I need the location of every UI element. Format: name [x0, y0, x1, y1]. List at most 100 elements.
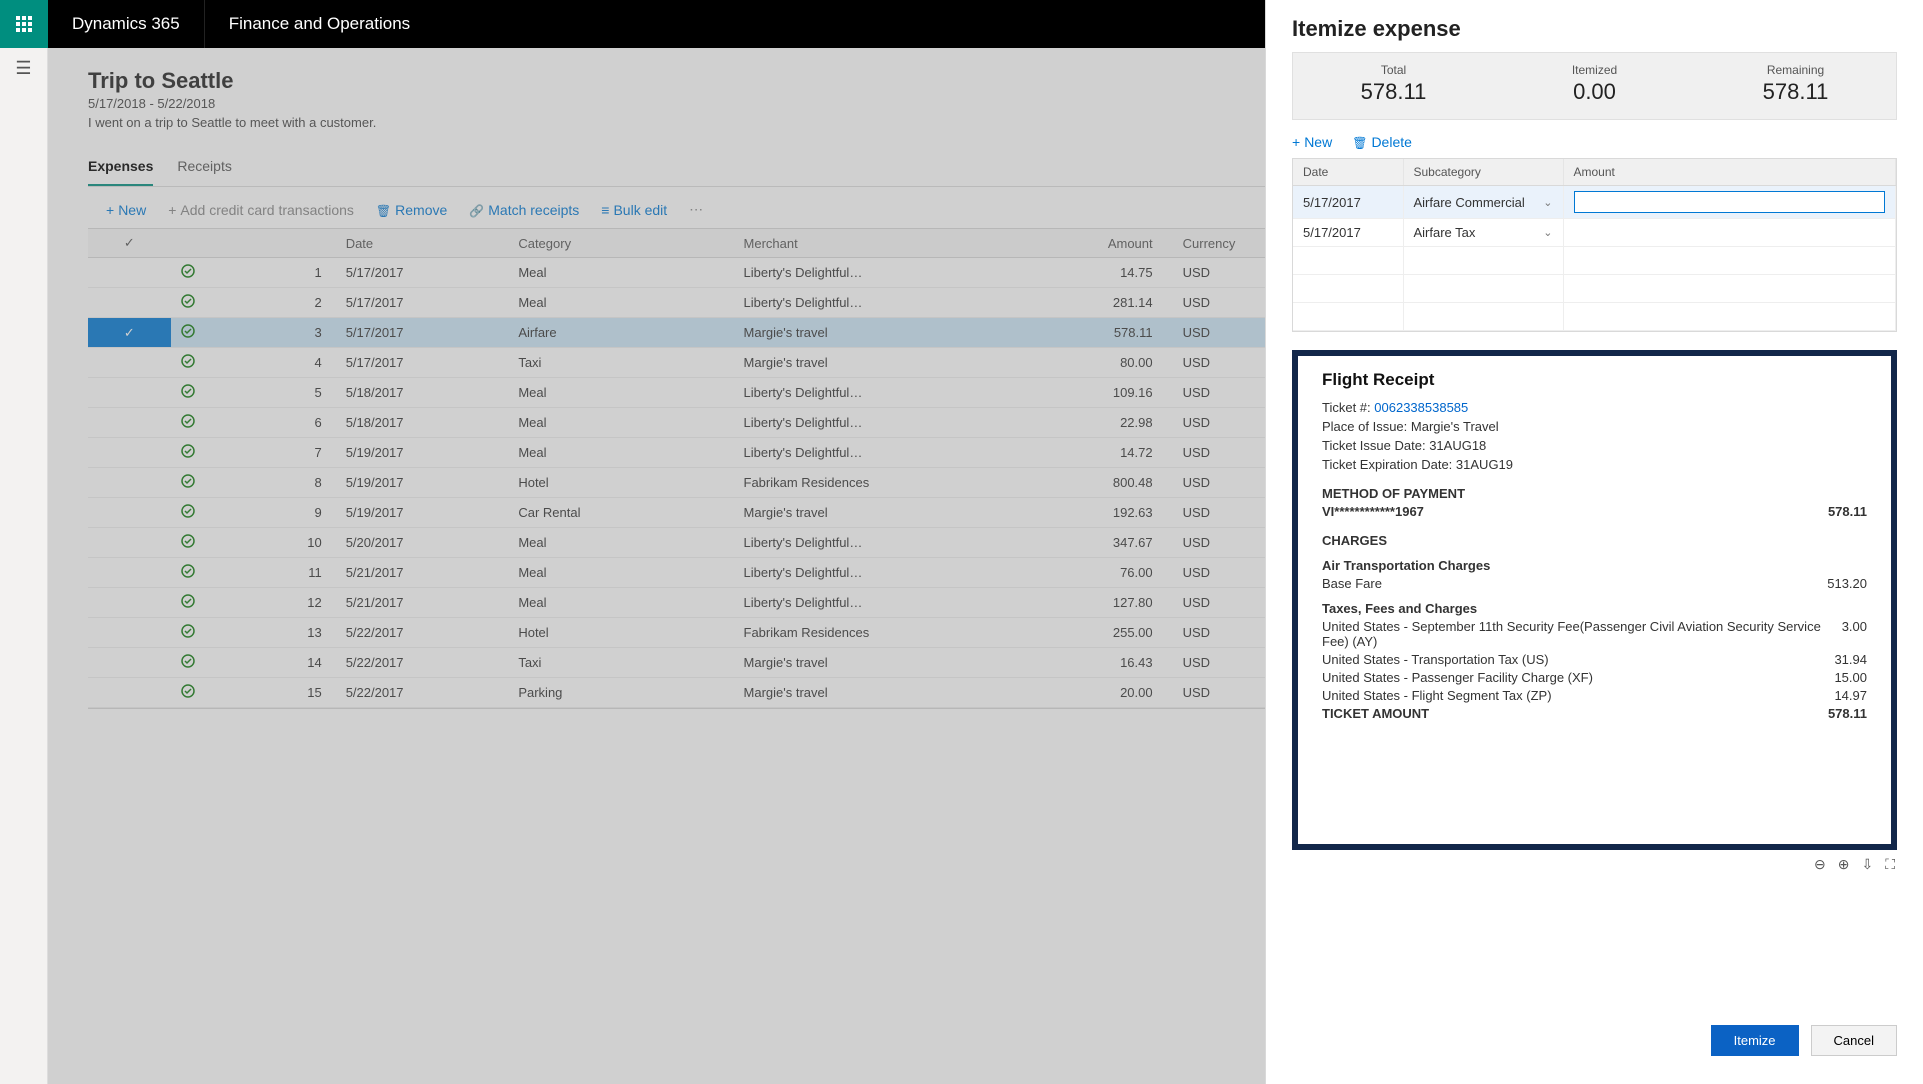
tax1-label: United States - September 11th Security …: [1322, 619, 1842, 649]
tax2-value: 31.94: [1834, 652, 1867, 667]
row-checkbox[interactable]: [88, 678, 171, 708]
zoom-in-icon[interactable]: ⊕: [1838, 856, 1850, 873]
itemize-row-empty[interactable]: [1293, 275, 1896, 303]
cell-subcategory[interactable]: Airfare Tax⌄: [1403, 219, 1563, 247]
status-cell: [171, 288, 254, 318]
tax1-value: 3.00: [1842, 619, 1867, 649]
match-receipts-button[interactable]: Match receipts: [469, 202, 579, 218]
col-date[interactable]: Date: [336, 229, 509, 258]
row-checkbox[interactable]: [88, 468, 171, 498]
bulk-label: Bulk edit: [613, 202, 667, 218]
cell-amount: 22.98: [1019, 408, 1173, 438]
poi-label: Place of Issue:: [1322, 419, 1407, 434]
issue-label: Ticket Issue Date:: [1322, 438, 1426, 453]
brand-finops[interactable]: Finance and Operations: [205, 0, 434, 48]
exp-value: 31AUG19: [1456, 457, 1513, 472]
download-icon[interactable]: ⇩: [1861, 856, 1873, 873]
row-checkbox[interactable]: [88, 528, 171, 558]
zoom-out-icon[interactable]: ⊖: [1814, 856, 1826, 873]
cell-amount: 192.63: [1019, 498, 1173, 528]
brand-dynamics[interactable]: Dynamics 365: [48, 0, 205, 48]
col-merchant[interactable]: Merchant: [734, 229, 1019, 258]
new-label: New: [118, 202, 146, 218]
panel-title: Itemize expense: [1266, 0, 1923, 52]
more-icon[interactable]: [689, 201, 703, 218]
tab-receipts[interactable]: Receipts: [177, 158, 231, 186]
itemize-row-empty[interactable]: [1293, 303, 1896, 331]
add-cc-button[interactable]: Add credit card transactions: [168, 202, 354, 218]
row-checkbox[interactable]: [88, 558, 171, 588]
col-subcategory[interactable]: Subcategory: [1403, 159, 1563, 186]
status-cell: [171, 438, 254, 468]
row-index: 11: [253, 558, 336, 588]
tab-expenses[interactable]: Expenses: [88, 158, 153, 186]
row-index: 13: [253, 618, 336, 648]
cancel-button[interactable]: Cancel: [1811, 1025, 1897, 1056]
cell-date[interactable]: 5/17/2017: [1293, 186, 1403, 219]
col-amount[interactable]: Amount: [1563, 159, 1896, 186]
chevron-down-icon[interactable]: ⌄: [1543, 226, 1552, 239]
cell-date[interactable]: 5/17/2017: [1293, 219, 1403, 247]
itemize-row[interactable]: 5/17/2017 Airfare Tax⌄: [1293, 219, 1896, 247]
cell-merchant: Margie's travel: [734, 648, 1019, 678]
status-cell: [171, 348, 254, 378]
remove-button[interactable]: Remove: [376, 202, 447, 218]
col-date[interactable]: Date: [1293, 159, 1403, 186]
link-icon: [469, 202, 484, 218]
check-circle-icon: [181, 596, 195, 611]
itemize-panel: Itemize expense Total 578.11 Itemized 0.…: [1265, 0, 1923, 1084]
row-index: 6: [253, 408, 336, 438]
row-checkbox[interactable]: [88, 378, 171, 408]
cell-category: Taxi: [508, 648, 733, 678]
amount-input[interactable]: [1574, 191, 1886, 213]
app-launcher-button[interactable]: [0, 0, 48, 48]
row-checkbox[interactable]: [88, 498, 171, 528]
row-checkbox[interactable]: [88, 438, 171, 468]
cell-amount[interactable]: [1563, 219, 1896, 247]
receipt-tools: ⊖ ⊕ ⇩ ⛶: [1292, 850, 1897, 873]
cell-amount: 109.16: [1019, 378, 1173, 408]
cell-date: 5/21/2017: [336, 588, 509, 618]
row-checkbox[interactable]: ✓: [88, 318, 171, 348]
total-label: Total: [1293, 63, 1494, 77]
tax2-label: United States - Transportation Tax (US): [1322, 652, 1834, 667]
cell-subcategory[interactable]: Airfare Commercial⌄: [1403, 186, 1563, 219]
cell-date: 5/22/2017: [336, 678, 509, 708]
tax4-label: United States - Flight Segment Tax (ZP): [1322, 688, 1834, 703]
itemize-button[interactable]: Itemize: [1711, 1025, 1799, 1056]
cell-date: 5/19/2017: [336, 498, 509, 528]
itemize-grid: Date Subcategory Amount 5/17/2017 Airfar…: [1292, 158, 1897, 332]
row-checkbox[interactable]: [88, 348, 171, 378]
left-nav-rail: ☰: [0, 48, 48, 1084]
panel-new-label: New: [1304, 134, 1332, 150]
row-checkbox[interactable]: [88, 288, 171, 318]
panel-delete-button[interactable]: Delete: [1352, 134, 1412, 150]
status-cell: [171, 258, 254, 288]
cell-date: 5/17/2017: [336, 258, 509, 288]
panel-new-button[interactable]: New: [1292, 134, 1332, 150]
charges-heading: CHARGES: [1322, 533, 1867, 548]
select-all-checkbox[interactable]: ✓: [88, 229, 171, 258]
remaining-label: Remaining: [1695, 63, 1896, 77]
col-amount[interactable]: Amount: [1019, 229, 1173, 258]
cell-date: 5/19/2017: [336, 438, 509, 468]
row-checkbox[interactable]: [88, 408, 171, 438]
row-checkbox[interactable]: [88, 588, 171, 618]
hamburger-icon[interactable]: ☰: [15, 58, 31, 79]
itemize-row[interactable]: 5/17/2017 Airfare Commercial⌄: [1293, 186, 1896, 219]
row-checkbox[interactable]: [88, 648, 171, 678]
new-button[interactable]: New: [106, 202, 146, 218]
cell-merchant: Liberty's Delightful…: [734, 528, 1019, 558]
ticket-number: 0062338538585: [1374, 400, 1468, 415]
bulk-edit-button[interactable]: Bulk edit: [601, 202, 667, 218]
fullscreen-icon[interactable]: ⛶: [1885, 856, 1895, 873]
cell-category: Hotel: [508, 468, 733, 498]
cell-amount[interactable]: [1563, 186, 1896, 219]
col-category[interactable]: Category: [508, 229, 733, 258]
chevron-down-icon[interactable]: ⌄: [1543, 196, 1552, 209]
cell-amount: 578.11: [1019, 318, 1173, 348]
row-checkbox[interactable]: [88, 258, 171, 288]
row-checkbox[interactable]: [88, 618, 171, 648]
cell-merchant: Margie's travel: [734, 498, 1019, 528]
itemize-row-empty[interactable]: [1293, 247, 1896, 275]
